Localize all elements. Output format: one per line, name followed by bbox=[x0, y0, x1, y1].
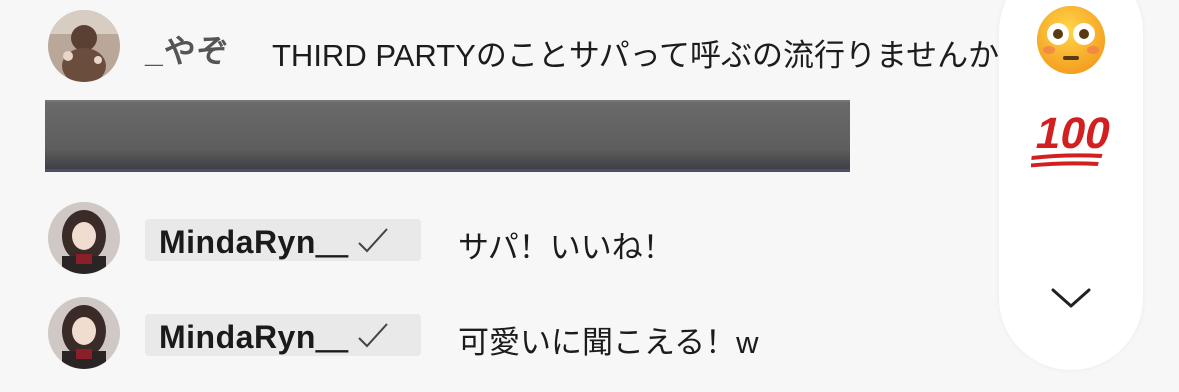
sticker-strip bbox=[45, 100, 850, 176]
flushed-face-icon bbox=[1037, 6, 1105, 74]
reaction-flushed[interactable] bbox=[999, 0, 1143, 82]
checkmark-icon bbox=[358, 323, 389, 348]
comment-feed: _やぞ THIRD PARTYのことサパって呼ぶの流行りませんか？ MindaR… bbox=[0, 0, 1179, 392]
sticker-block bbox=[307, 100, 565, 172]
sticker-block bbox=[45, 100, 307, 172]
checkmark-icon bbox=[358, 228, 389, 253]
hundred-label: 100 bbox=[1032, 109, 1111, 157]
hundred-points-icon: 100 bbox=[1031, 109, 1111, 168]
reaction-hundred[interactable]: 100 bbox=[999, 90, 1143, 190]
verified-username-badge[interactable]: MindaRyn＿ bbox=[145, 219, 421, 261]
chevron-down-icon bbox=[1051, 288, 1091, 308]
verified-username-badge[interactable]: MindaRyn＿ bbox=[145, 314, 421, 356]
comment-username[interactable]: _やぞ bbox=[145, 26, 230, 72]
comment-text: サパ！いいね！ bbox=[458, 230, 674, 265]
comment-username: MindaRyn＿ bbox=[159, 319, 349, 355]
avatar[interactable] bbox=[48, 10, 120, 82]
avatar[interactable] bbox=[48, 202, 120, 274]
comment-text: THIRD PARTYのことサパって呼ぶの流行りませんか？ bbox=[272, 38, 1031, 73]
reaction-panel: 100 bbox=[999, 0, 1143, 370]
comment-username: MindaRyn＿ bbox=[159, 224, 349, 260]
user-photo-icon bbox=[48, 202, 120, 274]
avatar[interactable] bbox=[48, 297, 120, 369]
comment-text: 可愛いに聞こえる！w bbox=[458, 325, 759, 360]
sticker-block bbox=[565, 100, 850, 172]
user-photo-icon bbox=[48, 297, 120, 369]
user-photo-icon bbox=[48, 10, 120, 82]
collapse-button[interactable] bbox=[999, 258, 1143, 338]
